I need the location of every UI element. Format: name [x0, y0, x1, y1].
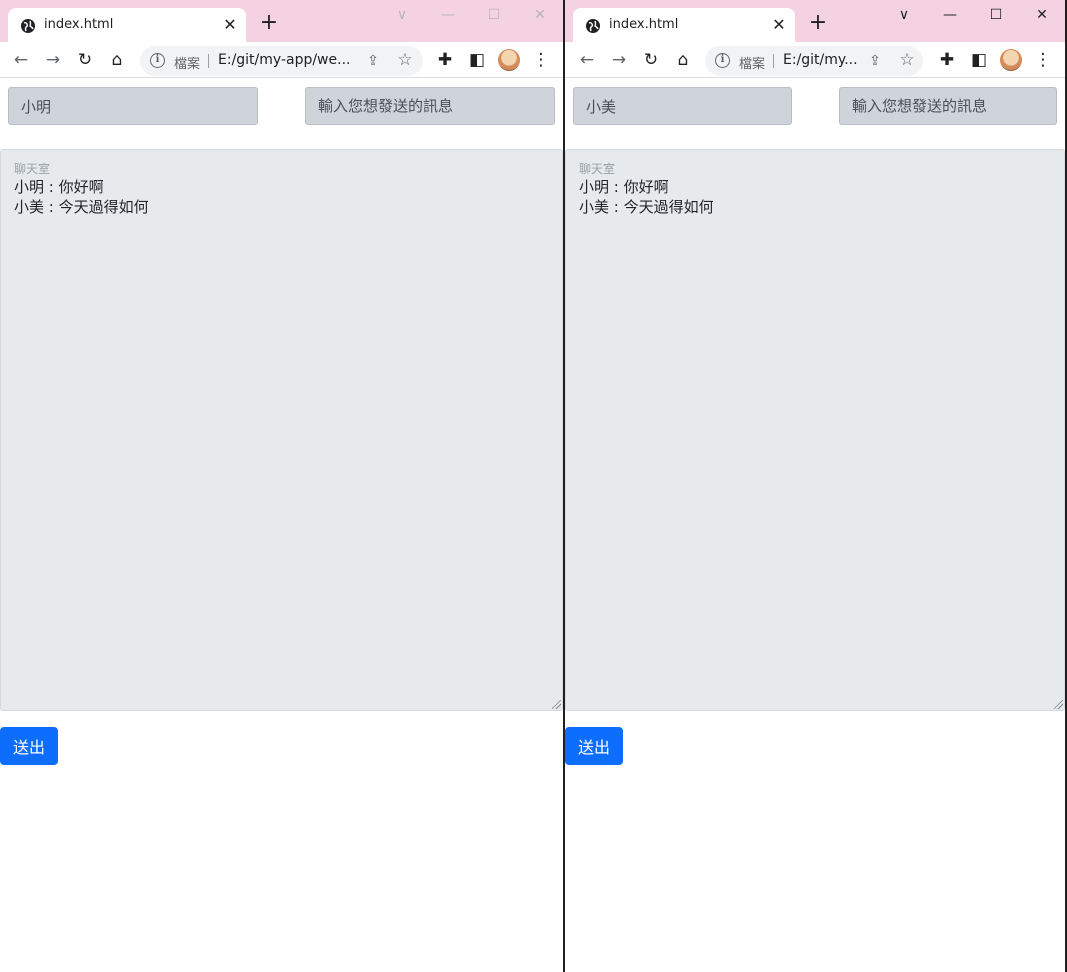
chat-messages: 小明 : 你好啊 小美 : 今天過得如何: [14, 177, 149, 217]
chat-room-textarea[interactable]: 聊天室 小明 : 你好啊 小美 : 今天過得如何: [0, 149, 563, 711]
title-bar: index.html ✕ + ∨ — ☐ ✕: [565, 0, 1065, 42]
url-text[interactable]: E:/git/my-app/we...: [218, 52, 358, 68]
info-icon[interactable]: i: [715, 53, 730, 68]
send-button[interactable]: 送出: [565, 727, 623, 765]
omnibox-divider: [773, 54, 774, 68]
reload-icon[interactable]: ↻: [73, 48, 97, 72]
share-icon[interactable]: ⇪: [364, 52, 382, 70]
browser-window-left: index.html ✕ + ∨ — ☐ ✕ ← → ↻ ⌂ i 檔案 E:/g…: [0, 0, 563, 972]
chat-message: 小明 : 你好啊: [14, 178, 104, 196]
tab-close-icon[interactable]: ✕: [220, 15, 240, 35]
send-button[interactable]: 送出: [0, 727, 58, 765]
kebab-menu-icon[interactable]: ⋮: [1031, 48, 1055, 72]
chat-message: 小美 : 今天過得如何: [14, 198, 149, 216]
chat-room-textarea[interactable]: 聊天室 小明 : 你好啊 小美 : 今天過得如何: [565, 149, 1065, 711]
info-icon[interactable]: i: [150, 53, 165, 68]
avatar[interactable]: [1000, 49, 1022, 71]
close-window-icon[interactable]: ✕: [1030, 4, 1054, 26]
address-bar[interactable]: i 檔案 E:/git/my... ⇪ ☆: [705, 46, 923, 76]
kebab-menu-icon[interactable]: ⋮: [529, 48, 553, 72]
chat-message: 小美 : 今天過得如何: [579, 198, 714, 216]
home-icon[interactable]: ⌂: [671, 48, 695, 72]
tab-search-chevron-icon[interactable]: ∨: [892, 4, 916, 26]
reload-icon[interactable]: ↻: [639, 48, 663, 72]
browser-window-right: index.html ✕ + ∨ — ☐ ✕ ← → ↻ ⌂ i 檔案 E:/g…: [565, 0, 1065, 972]
scheme-label: 檔案: [174, 57, 201, 72]
tab-close-icon[interactable]: ✕: [769, 15, 789, 35]
message-input[interactable]: [839, 87, 1057, 125]
share-icon[interactable]: ⇪: [866, 52, 884, 70]
home-icon[interactable]: ⌂: [105, 48, 129, 72]
maximize-icon[interactable]: ☐: [984, 4, 1008, 26]
browser-toolbar: ← → ↻ ⌂ i 檔案 E:/git/my-app/we... ⇪ ☆ ✚ ◧…: [0, 42, 563, 78]
chat-room-label: 聊天室: [14, 162, 51, 176]
chat-message: 小明 : 你好啊: [579, 178, 669, 196]
maximize-icon[interactable]: ☐: [482, 4, 506, 26]
avatar[interactable]: [498, 49, 520, 71]
omnibox-divider: [208, 54, 209, 68]
star-icon[interactable]: ☆: [898, 51, 916, 69]
resize-handle-icon[interactable]: [552, 700, 561, 709]
tab-title: index.html: [609, 17, 679, 32]
minimize-icon[interactable]: —: [436, 4, 460, 26]
address-bar[interactable]: i 檔案 E:/git/my-app/we... ⇪ ☆: [140, 46, 423, 76]
browser-tab[interactable]: index.html ✕: [573, 8, 795, 42]
name-input[interactable]: [573, 87, 792, 125]
side-panel-icon[interactable]: ◧: [465, 48, 489, 72]
close-window-icon[interactable]: ✕: [528, 4, 552, 26]
scheme-label: 檔案: [739, 57, 766, 72]
arrow-back-icon[interactable]: ←: [575, 48, 599, 72]
chat-room-label: 聊天室: [579, 162, 616, 176]
arrow-forward-icon[interactable]: →: [607, 48, 631, 72]
globe-icon: [586, 19, 600, 33]
name-input[interactable]: [8, 87, 258, 125]
star-icon[interactable]: ☆: [396, 51, 414, 69]
globe-icon: [21, 19, 35, 33]
side-panel-icon[interactable]: ◧: [967, 48, 991, 72]
arrow-back-icon[interactable]: ←: [9, 48, 33, 72]
title-bar: index.html ✕ + ∨ — ☐ ✕: [0, 0, 563, 42]
tab-title: index.html: [44, 17, 114, 32]
tab-search-chevron-icon[interactable]: ∨: [390, 4, 414, 26]
page-content: 聊天室 小明 : 你好啊 小美 : 今天過得如何 送出: [565, 79, 1065, 972]
resize-handle-icon[interactable]: [1054, 700, 1063, 709]
browser-tab[interactable]: index.html ✕: [8, 8, 246, 42]
chat-messages: 小明 : 你好啊 小美 : 今天過得如何: [579, 177, 714, 217]
new-tab-icon[interactable]: +: [805, 10, 831, 36]
browser-toolbar: ← → ↻ ⌂ i 檔案 E:/git/my... ⇪ ☆ ✚ ◧ ⋮: [565, 42, 1065, 78]
puzzle-icon[interactable]: ✚: [433, 48, 457, 72]
minimize-icon[interactable]: —: [938, 4, 962, 26]
page-content: 聊天室 小明 : 你好啊 小美 : 今天過得如何 送出: [0, 79, 563, 972]
new-tab-icon[interactable]: +: [256, 10, 282, 36]
url-text[interactable]: E:/git/my...: [783, 52, 863, 68]
puzzle-icon[interactable]: ✚: [935, 48, 959, 72]
arrow-forward-icon[interactable]: →: [41, 48, 65, 72]
message-input[interactable]: [305, 87, 555, 125]
